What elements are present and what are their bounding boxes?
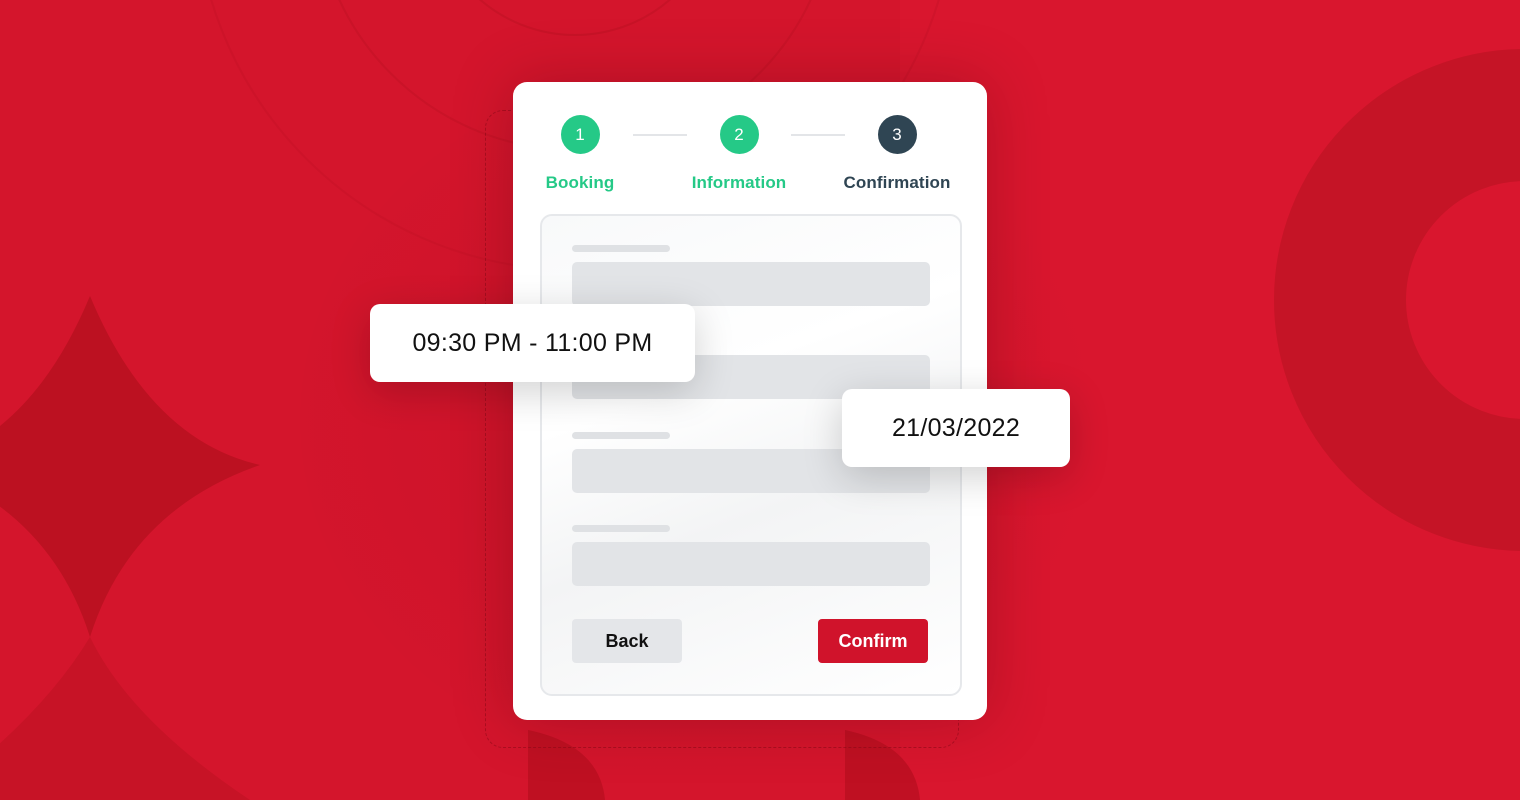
stepper: 1 Booking 2 Information 3 Confirmation xyxy=(513,82,987,212)
time-range-popup: 09:30 PM - 11:00 PM xyxy=(370,304,695,382)
step-booking[interactable]: 1 Booking xyxy=(500,115,660,193)
step-number-circle: 3 xyxy=(877,115,917,154)
field-label-placeholder xyxy=(572,525,670,532)
step-number-circle: 1 xyxy=(560,115,600,154)
input-field-placeholder[interactable] xyxy=(572,542,930,586)
step-label: Information xyxy=(691,173,787,192)
input-field-placeholder[interactable] xyxy=(572,262,930,306)
step-label: Booking xyxy=(545,173,615,192)
step-information[interactable]: 2 Information xyxy=(659,115,819,193)
confirm-button[interactable]: Confirm xyxy=(818,619,928,663)
time-range-text: 09:30 PM - 11:00 PM xyxy=(412,328,653,357)
date-popup: 21/03/2022 xyxy=(842,389,1070,467)
back-button[interactable]: Back xyxy=(572,619,682,663)
step-confirmation[interactable]: 3 Confirmation xyxy=(817,115,977,193)
field-label-placeholder xyxy=(572,432,670,439)
date-text: 21/03/2022 xyxy=(891,413,1021,442)
field-label-placeholder xyxy=(572,245,670,252)
step-number-circle: 2 xyxy=(719,115,759,154)
step-label: Confirmation xyxy=(843,173,951,192)
